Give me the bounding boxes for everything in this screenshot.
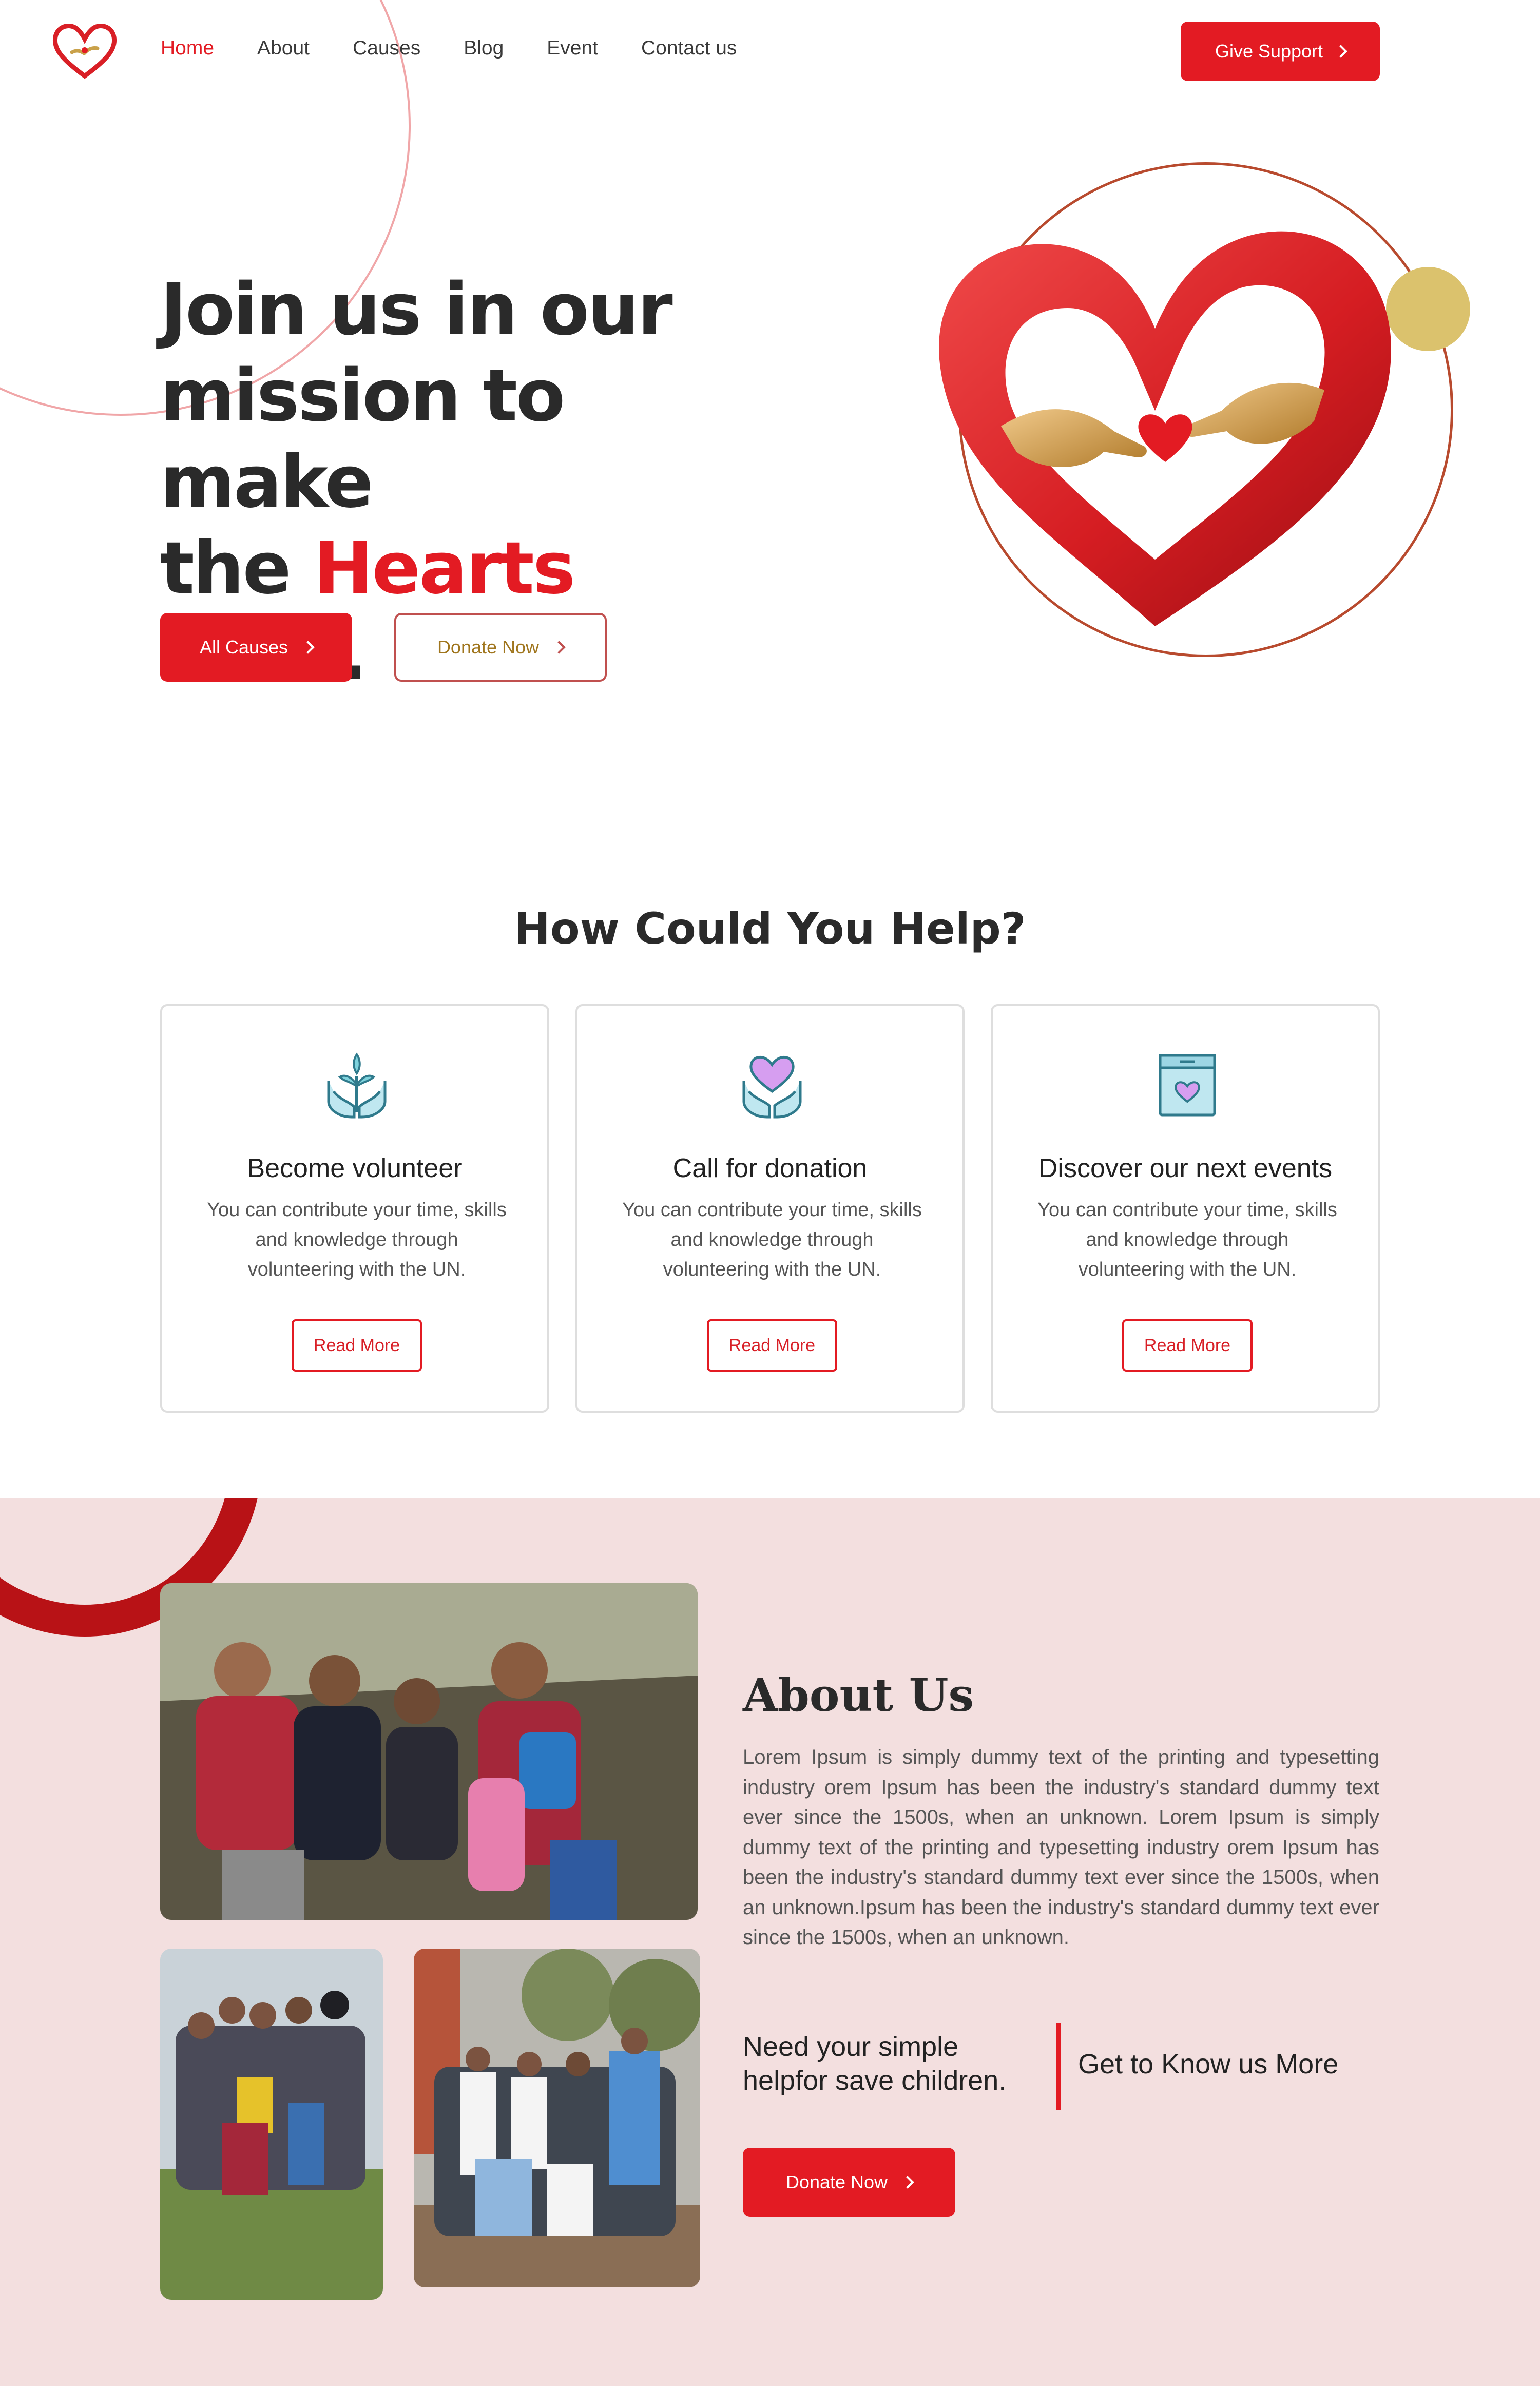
nav-link-home[interactable]: Home bbox=[161, 37, 214, 60]
nav-link-causes[interactable]: Causes bbox=[353, 37, 420, 60]
hero-title-accent: Hearts bbox=[313, 527, 575, 610]
give-support-label: Give Support bbox=[1215, 41, 1323, 62]
get-to-know-link[interactable]: Get to Know us More bbox=[1078, 2048, 1338, 2080]
heart-logo-icon[interactable] bbox=[51, 21, 118, 82]
volunteer-plant-hands-icon bbox=[327, 1052, 387, 1119]
need-help-text: Need your simple helpfor save children. bbox=[743, 2031, 1007, 2096]
help-section-title: How Could You Help? bbox=[514, 903, 1026, 954]
nav-link-blog[interactable]: Blog bbox=[464, 37, 504, 60]
about-text: Lorem Ipsum is simply dummy text of the … bbox=[743, 1746, 1379, 1949]
chevron-right-icon bbox=[552, 641, 566, 654]
heart-hands-icon bbox=[742, 1055, 802, 1119]
read-more-button[interactable]: Read More bbox=[707, 1319, 837, 1372]
about-title: About Us bbox=[743, 1668, 974, 1722]
photo-kids-group bbox=[160, 1583, 698, 1920]
hero-donate-now-button[interactable]: Donate Now bbox=[394, 613, 607, 682]
page: Home About Causes Blog Event Contact us … bbox=[0, 0, 1540, 2386]
read-more-button[interactable]: Read More bbox=[292, 1319, 422, 1372]
hero-donate-now-label: Donate Now bbox=[437, 637, 540, 658]
help-card-volunteer: Become volunteer You can contribute your… bbox=[160, 1004, 549, 1413]
card-text: You can contribute your time, skills and… bbox=[622, 1199, 922, 1280]
help-card-donation: Call for donation You can contribute you… bbox=[575, 1004, 965, 1413]
help-card-events: Discover our next events You can contrib… bbox=[991, 1004, 1380, 1413]
card-text: You can contribute your time, skills and… bbox=[207, 1199, 507, 1280]
vertical-divider bbox=[1056, 2023, 1061, 2110]
hero-title-line3-pre: the bbox=[160, 527, 314, 610]
chevron-right-icon bbox=[1334, 45, 1348, 58]
card-text: You can contribute your time, skills and… bbox=[1037, 1199, 1337, 1280]
card-title: Become volunteer bbox=[247, 1153, 463, 1183]
about-donate-now-label: Donate Now bbox=[785, 2171, 888, 2192]
all-causes-button[interactable]: All Causes bbox=[160, 613, 352, 682]
chevron-right-icon bbox=[301, 641, 315, 654]
chevron-right-icon bbox=[901, 2176, 914, 2189]
about-donate-now-button[interactable]: Donate Now bbox=[743, 2148, 955, 2217]
give-support-button[interactable]: Give Support bbox=[1181, 22, 1380, 81]
heart-with-hands-illustration bbox=[939, 231, 1391, 626]
photo-group-outdoor bbox=[160, 1949, 383, 2300]
donation-box-icon bbox=[1159, 1054, 1216, 1117]
hero-title-line2: mission to make bbox=[160, 354, 565, 524]
nav-link-contact[interactable]: Contact us bbox=[641, 37, 737, 60]
card-title: Discover our next events bbox=[1038, 1153, 1333, 1183]
read-more-button[interactable]: Read More bbox=[1122, 1319, 1253, 1372]
nav-links: Home About Causes Blog Event Contact us bbox=[161, 37, 780, 60]
card-title: Call for donation bbox=[672, 1153, 868, 1183]
nav-link-event[interactable]: Event bbox=[547, 37, 598, 60]
hero-title-line1: Join us in our bbox=[160, 268, 673, 352]
nav-link-about[interactable]: About bbox=[257, 37, 310, 60]
photo-volunteers-group bbox=[414, 1949, 700, 2287]
top-navigation: Home About Causes Blog Event Contact us … bbox=[0, 0, 1540, 103]
all-causes-label: All Causes bbox=[199, 637, 288, 658]
